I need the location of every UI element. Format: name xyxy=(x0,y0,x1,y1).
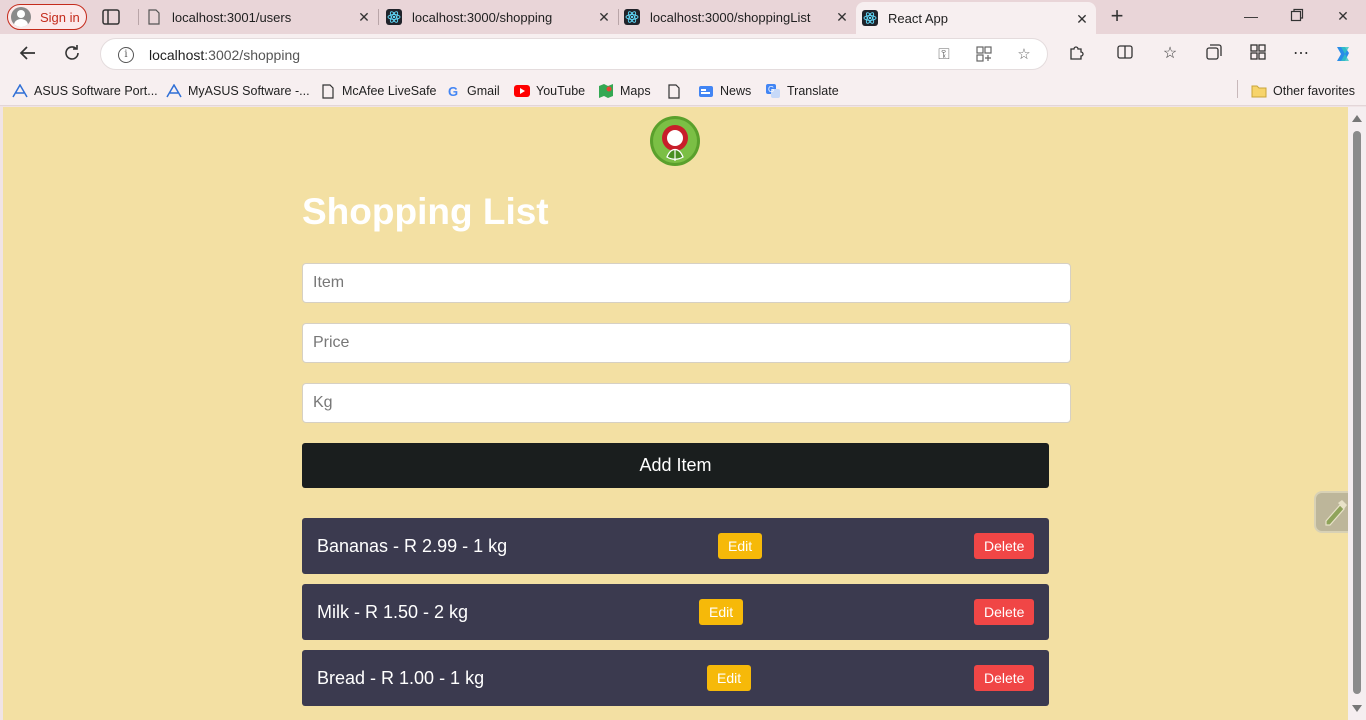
item-text: Bananas - R 2.99 - 1 kg xyxy=(317,536,508,556)
youtube-icon xyxy=(514,83,530,99)
favorite-translate[interactable]: G Translate xyxy=(765,82,839,100)
google-icon: G xyxy=(447,83,459,99)
scroll-down-icon[interactable] xyxy=(1352,705,1362,712)
favorite-label: News xyxy=(720,84,752,98)
close-tab-icon[interactable]: ✕ xyxy=(596,9,612,25)
kg-input[interactable] xyxy=(302,383,1071,423)
asus-icon xyxy=(12,83,28,99)
scrollbar-thumb[interactable] xyxy=(1353,131,1361,694)
page-icon xyxy=(666,83,682,99)
favorite-label: MyASUS Software -... xyxy=(188,84,310,98)
page-icon xyxy=(320,83,336,99)
profile-avatar-icon xyxy=(11,7,31,27)
close-tab-icon[interactable]: ✕ xyxy=(1074,11,1090,27)
svg-text:G: G xyxy=(768,85,774,94)
back-icon[interactable] xyxy=(17,43,39,65)
sign-in-label: Sign in xyxy=(40,9,80,25)
navigation-bar: i localhost:3002/shopping ⚿ ☆ ☆ ⋯ xyxy=(0,34,1366,74)
favorite-label: Gmail xyxy=(467,84,500,98)
close-window-icon[interactable]: ✕ xyxy=(1333,8,1353,26)
sign-in-button[interactable]: Sign in xyxy=(7,4,87,30)
favorite-mcafee-livesafe[interactable]: McAfee LiveSafe xyxy=(320,82,437,100)
translate-icon: G xyxy=(765,83,781,99)
extensions-icon[interactable] xyxy=(1066,43,1088,65)
tab-shopping-list[interactable]: localhost:3000/shoppingList ✕ xyxy=(618,0,856,34)
favorite-myasus-software[interactable]: MyASUS Software -... xyxy=(166,82,310,100)
edit-button[interactable]: Edit xyxy=(718,533,763,559)
delete-button[interactable]: Delete xyxy=(974,599,1035,625)
react-icon xyxy=(386,9,402,25)
list-item: Bread - R 1.00 - 1 kg Edit Delete xyxy=(302,650,1049,706)
favorite-label: Translate xyxy=(787,84,839,98)
delete-button[interactable]: Delete xyxy=(974,665,1035,691)
favorite-label: YouTube xyxy=(536,84,586,98)
copilot-icon[interactable] xyxy=(1332,43,1354,65)
item-text: Milk - R 1.50 - 2 kg xyxy=(317,602,469,622)
favorite-label: McAfee LiveSafe xyxy=(342,84,437,98)
list-item: Milk - R 1.50 - 2 kg Edit Delete xyxy=(302,584,1049,640)
tab-users[interactable]: localhost:3001/users ✕ xyxy=(138,0,378,34)
close-tab-icon[interactable]: ✕ xyxy=(834,9,850,25)
item-input[interactable] xyxy=(302,263,1071,303)
react-icon xyxy=(862,10,878,26)
tab-strip: Sign in localhost:3001/users ✕ localhost… xyxy=(0,0,1366,34)
favorite-news[interactable]: News xyxy=(698,82,751,100)
close-tab-icon[interactable]: ✕ xyxy=(356,9,372,25)
new-tab-icon[interactable]: + xyxy=(1106,5,1128,28)
tab-shopping[interactable]: localhost:3000/shopping ✕ xyxy=(378,0,618,34)
maps-icon xyxy=(598,83,614,99)
edit-button[interactable]: Edit xyxy=(707,665,752,691)
folder-icon xyxy=(1251,83,1267,99)
key-icon[interactable]: ⚿ xyxy=(935,46,953,64)
other-favorites[interactable]: Other favorites xyxy=(1251,82,1355,100)
add-item-button[interactable]: Add Item xyxy=(302,443,1049,488)
url-host: localhost xyxy=(149,47,205,63)
list-item: Bananas - R 2.99 - 1 kg Edit Delete xyxy=(302,518,1049,574)
tab-react-app[interactable]: React App ✕ xyxy=(856,2,1096,34)
react-icon xyxy=(624,9,640,25)
favorite-label: ASUS Software Port... xyxy=(34,84,158,98)
refresh-icon[interactable] xyxy=(61,43,83,65)
favorites-bar: ASUS Software Port... MyASUS Software -.… xyxy=(0,74,1366,106)
page-title: Shopping List xyxy=(302,191,549,232)
tab-title: localhost:3000/shopping xyxy=(412,9,553,25)
more-options-icon[interactable]: ⋯ xyxy=(1290,43,1312,65)
browser-essentials-icon[interactable] xyxy=(1247,43,1269,65)
app-available-icon[interactable] xyxy=(975,46,993,64)
tab-actions-icon[interactable] xyxy=(100,7,122,27)
address-url: localhost:3002/shopping xyxy=(149,47,300,63)
scroll-up-icon[interactable] xyxy=(1352,115,1362,122)
split-screen-icon[interactable] xyxy=(1114,43,1136,65)
delete-button[interactable]: Delete xyxy=(974,533,1035,559)
asus-icon xyxy=(166,83,182,99)
url-path: :3002/shopping xyxy=(204,47,301,63)
favorite-gmail[interactable]: G Gmail xyxy=(445,82,500,100)
other-favorites-label: Other favorites xyxy=(1273,84,1355,98)
favorite-label: Maps xyxy=(620,84,651,98)
favorite-maps[interactable]: Maps xyxy=(598,82,651,100)
collections-icon[interactable] xyxy=(1203,43,1225,65)
tab-title: React App xyxy=(888,10,948,26)
item-text: Bread - R 1.00 - 1 kg xyxy=(317,668,485,688)
page-icon xyxy=(146,9,162,25)
tab-title: localhost:3001/users xyxy=(172,9,292,25)
favorite-page[interactable] xyxy=(666,82,688,100)
favorites-icon[interactable]: ☆ xyxy=(1159,43,1181,65)
vertical-scrollbar[interactable] xyxy=(1348,107,1366,720)
restore-icon[interactable] xyxy=(1287,8,1307,26)
news-icon xyxy=(698,83,714,99)
tab-title: localhost:3000/shoppingList xyxy=(650,9,811,25)
favorite-youtube[interactable]: YouTube xyxy=(514,82,585,100)
price-input[interactable] xyxy=(302,323,1071,363)
site-info-icon[interactable]: i xyxy=(118,47,134,63)
favorite-star-icon[interactable]: ☆ xyxy=(1015,46,1033,64)
address-bar[interactable]: i localhost:3002/shopping ⚿ ☆ xyxy=(100,38,1048,70)
app-logo xyxy=(649,115,701,167)
minimize-icon[interactable]: — xyxy=(1241,8,1261,26)
page-viewport: Shopping List Add Item Bananas - R 2.99 … xyxy=(3,107,1348,720)
favorite-asus-software-portal[interactable]: ASUS Software Port... xyxy=(12,82,158,100)
edit-button[interactable]: Edit xyxy=(699,599,744,625)
favorites-divider xyxy=(1237,80,1238,98)
